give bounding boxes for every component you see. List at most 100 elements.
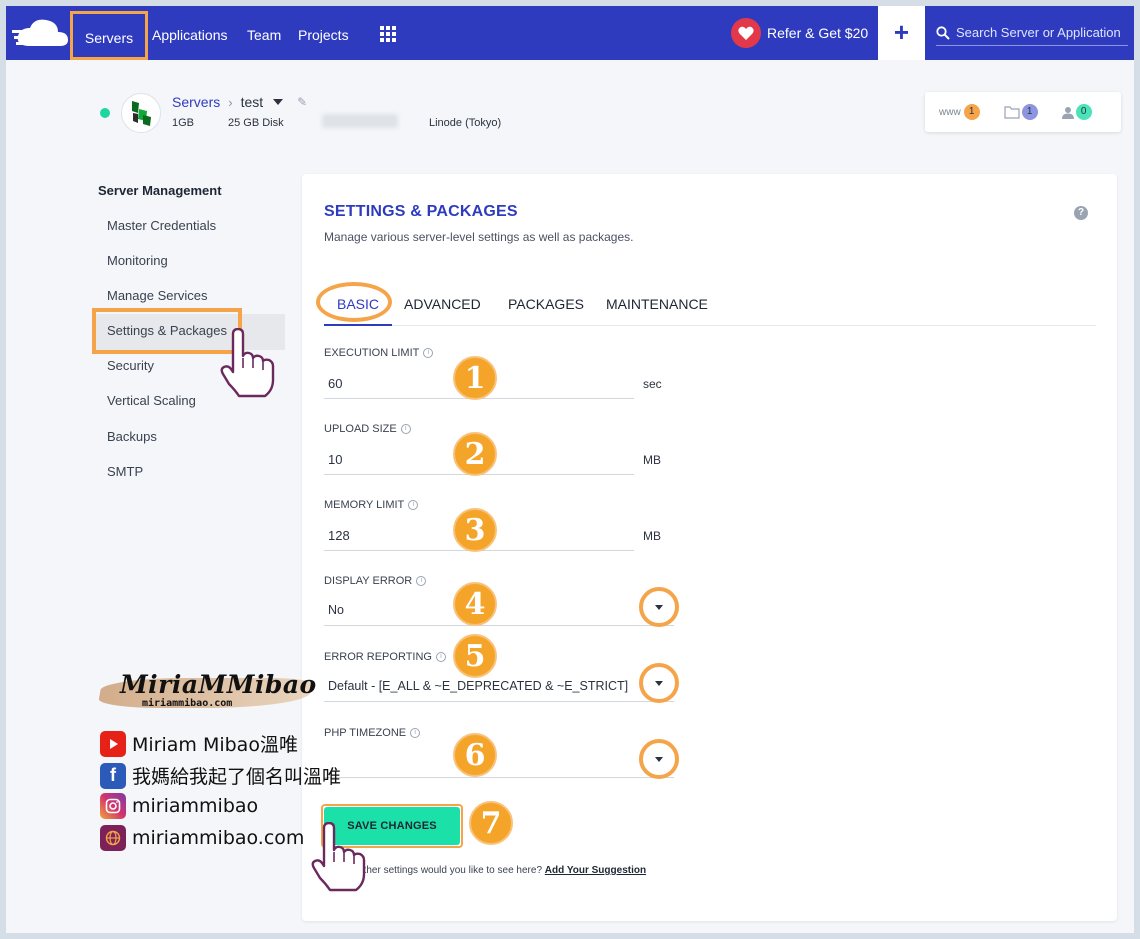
annotation-number-7: 7 — [469, 801, 513, 845]
execution-limit-label-text: EXECUTION LIMIT — [324, 347, 420, 359]
php-timezone-select[interactable] — [324, 748, 674, 778]
php-timezone-label-text: PHP TIMEZONE — [324, 727, 407, 739]
sidebar-item-smtp[interactable]: SMTP — [107, 464, 143, 479]
server-location: Linode (Tokyo) — [429, 117, 502, 129]
add-new-button[interactable]: + — [878, 6, 925, 60]
watermark-youtube: Miriam Mibao溫唯 — [100, 730, 298, 757]
display-error-label: DISPLAY ERROR i — [324, 575, 427, 587]
error-reporting-select[interactable]: Default - [E_ALL & ~E_DEPRECATED & ~E_ST… — [324, 672, 674, 702]
stat-applications[interactable]: www 1 — [939, 104, 980, 120]
globe-icon — [100, 825, 126, 851]
memory-limit-unit: MB — [643, 529, 661, 543]
annotation-number-5: 5 — [453, 634, 497, 678]
nav-projects[interactable]: Projects — [298, 6, 349, 60]
server-switch-caret-icon[interactable] — [273, 99, 284, 105]
stat-folders[interactable]: 1 — [1004, 104, 1038, 120]
chevron-down-icon — [655, 604, 663, 610]
refer-label: Refer & Get $20 — [767, 25, 869, 41]
php-timezone-dropdown-button[interactable] — [639, 739, 679, 779]
stat-app-count: 1 — [963, 104, 980, 120]
cloudways-logo-icon[interactable] — [12, 16, 70, 50]
tab-highlight-circle — [316, 282, 392, 322]
chevron-down-icon — [655, 756, 663, 762]
tab-packages[interactable]: PACKAGES — [508, 296, 584, 312]
watermark-brand: MiriaMMibao miriammibao.com — [97, 668, 330, 714]
nav-servers[interactable]: Servers — [70, 11, 148, 60]
sidebar-item-security[interactable]: Security — [107, 358, 154, 373]
info-icon[interactable]: i — [435, 652, 446, 662]
execution-limit-label: EXECUTION LIMIT i — [324, 347, 434, 359]
server-disk: 25 GB Disk — [228, 117, 284, 129]
annotation-number-6: 6 — [453, 733, 497, 777]
suggestion-text: other settings would you like to see her… — [358, 865, 646, 876]
folder-icon — [1004, 105, 1020, 119]
user-icon — [1061, 106, 1074, 119]
display-error-select[interactable]: No — [324, 596, 674, 626]
display-error-dropdown-button[interactable] — [639, 587, 679, 627]
info-icon[interactable]: i — [400, 424, 411, 434]
search-icon — [936, 25, 950, 40]
tab-advanced[interactable]: ADVANCED — [404, 296, 481, 312]
tab-bar: BASIC ADVANCED PACKAGES MAINTENANCE — [316, 282, 1096, 326]
tab-maintenance[interactable]: MAINTENANCE — [606, 296, 708, 312]
sidebar-item-backups[interactable]: Backups — [107, 429, 157, 444]
watermark-youtube-text: Miriam Mibao溫唯 — [132, 734, 298, 756]
memory-limit-label: MEMORY LIMIT i — [324, 499, 419, 511]
edit-name-pencil-icon[interactable]: ✎ — [297, 95, 307, 109]
help-icon[interactable]: ? — [1074, 206, 1088, 220]
sidebar-item-vertical-scaling[interactable]: Vertical Scaling — [107, 393, 196, 408]
breadcrumb-servers-link[interactable]: Servers — [172, 94, 220, 110]
annotation-number-2: 2 — [453, 432, 497, 476]
watermark-website: miriammibao.com — [100, 825, 304, 851]
memory-limit-label-text: MEMORY LIMIT — [324, 499, 405, 511]
watermark-instagram-text: miriammibao — [132, 795, 259, 817]
stat-users[interactable]: 0 — [1061, 104, 1092, 120]
youtube-icon — [100, 730, 126, 757]
sidebar-item-manage-services[interactable]: Manage Services — [107, 288, 207, 303]
annotation-number-1: 1 — [453, 356, 497, 400]
sidebar-title: Server Management — [98, 183, 222, 198]
info-icon[interactable]: i — [416, 576, 427, 586]
error-reporting-value: Default - [E_ALL & ~E_DEPRECATED & ~E_ST… — [328, 679, 629, 693]
refer-link[interactable]: Refer & Get $20 — [731, 18, 868, 48]
watermark-facebook: f 我媽給我起了個名叫溫唯 — [100, 762, 341, 789]
nav-applications[interactable]: Applications — [152, 6, 228, 60]
server-status-dot — [100, 108, 110, 118]
apps-grid-icon[interactable] — [380, 26, 396, 42]
server-avatar — [121, 93, 161, 133]
annotation-number-3: 3 — [453, 508, 497, 552]
annotation-number-4: 4 — [453, 582, 497, 626]
error-reporting-dropdown-button[interactable] — [639, 663, 679, 703]
tab-active-underline — [324, 324, 392, 326]
search-input[interactable] — [956, 25, 1122, 40]
watermark-website-text: miriammibao.com — [132, 827, 305, 849]
facebook-icon: f — [100, 762, 126, 789]
nav-team[interactable]: Team — [247, 6, 281, 60]
info-icon[interactable]: i — [410, 728, 421, 738]
sidebar-item-master-credentials[interactable]: Master Credentials — [107, 218, 216, 233]
sidebar-item-monitoring[interactable]: Monitoring — [107, 253, 168, 268]
top-nav: Servers Applications Team Projects Refer… — [6, 6, 1134, 60]
linode-logo-icon — [132, 101, 151, 126]
stat-folder-count: 1 — [1021, 104, 1038, 120]
watermark-title: MiriaMMibao — [120, 670, 317, 699]
watermark-facebook-text: 我媽給我起了個名叫溫唯 — [132, 766, 342, 788]
search-box[interactable] — [936, 20, 1128, 46]
add-suggestion-link[interactable]: Add Your Suggestion — [545, 865, 646, 876]
server-ram: 1GB — [172, 117, 195, 129]
info-icon[interactable]: i — [408, 500, 419, 510]
page-subtitle: Manage various server-level settings as … — [324, 230, 634, 244]
app-frame: Servers Applications Team Projects Refer… — [6, 6, 1134, 933]
execution-limit-unit: sec — [643, 377, 662, 391]
chevron-down-icon — [655, 680, 663, 686]
display-error-value: No — [328, 603, 344, 617]
watermark-instagram: miriammibao — [100, 793, 258, 819]
info-icon[interactable]: i — [423, 348, 434, 358]
upload-size-label-text: UPLOAD SIZE — [324, 423, 397, 435]
stat-user-count: 0 — [1075, 104, 1092, 120]
upload-size-label: UPLOAD SIZE i — [324, 423, 411, 435]
upload-size-unit: MB — [643, 453, 661, 467]
instagram-icon — [100, 793, 126, 819]
pointer-hand-icon — [220, 328, 275, 398]
server-name: test — [240, 94, 264, 110]
